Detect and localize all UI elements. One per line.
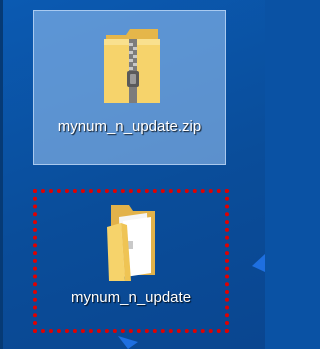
desktop-icon-zip-file[interactable]: mynum_n_update.zip xyxy=(33,10,226,165)
folder-label: mynum_n_update xyxy=(70,289,192,306)
desktop-icon-folder[interactable]: mynum_n_update xyxy=(37,193,225,329)
desktop-background: mynum_n_update.zip mynum_n_update xyxy=(0,0,265,349)
zip-folder-icon xyxy=(100,25,164,105)
arrow-head-icon xyxy=(252,254,265,277)
desktop-left-edge xyxy=(0,0,3,349)
zip-file-label: mynum_n_update.zip xyxy=(57,118,202,135)
arrow-tail-icon xyxy=(118,336,138,349)
folder-icon xyxy=(101,201,161,283)
